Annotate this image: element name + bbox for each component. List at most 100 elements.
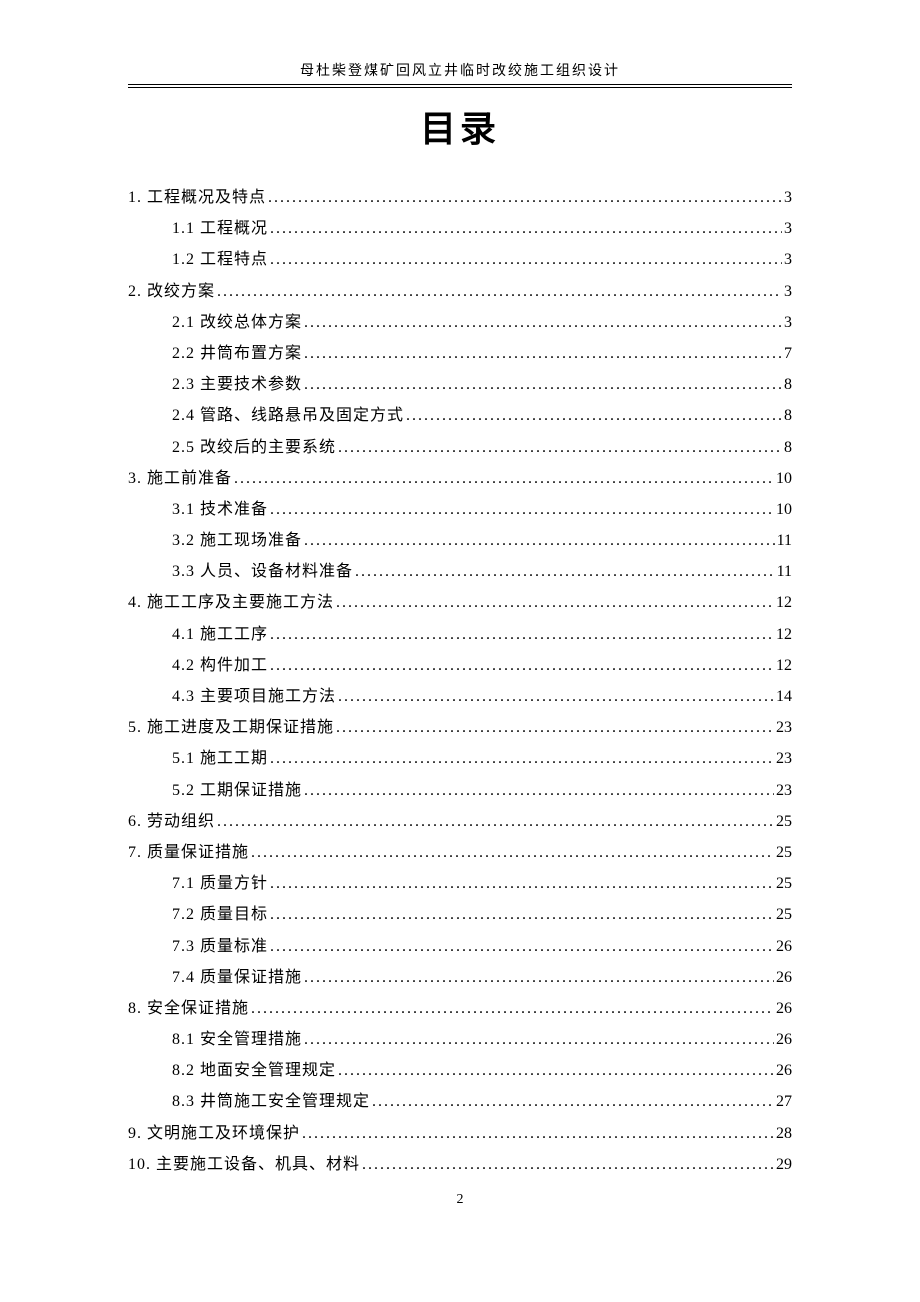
toc-entry: 1. 工程概况及特点 3 xyxy=(128,182,792,213)
toc-entry-label: 1.2 工程特点 xyxy=(128,244,268,275)
toc-entry-page: 26 xyxy=(774,1055,792,1086)
toc-entry-page: 8 xyxy=(782,400,792,431)
toc-entry: 8.1 安全管理措施 26 xyxy=(128,1024,792,1055)
toc-entry-label: 3.2 施工现场准备 xyxy=(128,525,302,556)
toc-entry: 6. 劳动组织 25 xyxy=(128,806,792,837)
toc-entry: 3.1 技术准备 10 xyxy=(128,494,792,525)
toc-entry-page: 26 xyxy=(774,1024,792,1055)
toc-entry-page: 3 xyxy=(782,213,792,244)
toc-leader-dots xyxy=(268,931,774,962)
toc-entry-page: 26 xyxy=(774,931,792,962)
toc-entry: 4.3 主要项目施工方法 14 xyxy=(128,681,792,712)
toc-entry: 5.2 工期保证措施 23 xyxy=(128,775,792,806)
toc-entry-label: 5.2 工期保证措施 xyxy=(128,775,302,806)
toc-entry-label: 7.4 质量保证措施 xyxy=(128,962,302,993)
toc-leader-dots xyxy=(215,276,782,307)
toc-entry-page: 26 xyxy=(774,962,792,993)
toc-entry: 5. 施工进度及工期保证措施23 xyxy=(128,712,792,743)
toc-entry-page: 11 xyxy=(775,525,792,556)
toc-leader-dots xyxy=(370,1086,774,1117)
document-header: 母杜柴登煤矿回风立井临时改绞施工组织设计 xyxy=(128,60,792,85)
toc-entry-label: 5.1 施工工期 xyxy=(128,743,268,774)
toc-entry: 3. 施工前准备 10 xyxy=(128,463,792,494)
toc-entry: 8.2 地面安全管理规定 26 xyxy=(128,1055,792,1086)
toc-leader-dots xyxy=(302,338,782,369)
toc-leader-dots xyxy=(302,525,775,556)
toc-entry-label: 4.3 主要项目施工方法 xyxy=(128,681,336,712)
toc-leader-dots xyxy=(268,899,774,930)
toc-entry-label: 2.3 主要技术参数 xyxy=(128,369,302,400)
toc-title: 目录 xyxy=(128,100,792,152)
toc-entry-label: 8.1 安全管理措施 xyxy=(128,1024,302,1055)
toc-entry-label: 3.1 技术准备 xyxy=(128,494,268,525)
toc-leader-dots xyxy=(268,619,774,650)
toc-entry-label: 8.3 井筒施工安全管理规定 xyxy=(128,1086,370,1117)
toc-entry-label: 1.1 工程概况 xyxy=(128,213,268,244)
toc-entry: 7.4 质量保证措施 26 xyxy=(128,962,792,993)
toc-entry-page: 3 xyxy=(782,307,792,338)
toc-entry: 4. 施工工序及主要施工方法 12 xyxy=(128,587,792,618)
toc-entry-label: 4. 施工工序及主要施工方法 xyxy=(128,587,334,618)
toc-entry-label: 4.2 构件加工 xyxy=(128,650,268,681)
toc-leader-dots xyxy=(334,712,774,743)
toc-entry-page: 29 xyxy=(774,1149,792,1180)
toc-entry-label: 3.3 人员、设备材料准备 xyxy=(128,556,353,587)
toc-entry-label: 7.1 质量方针 xyxy=(128,868,268,899)
toc-entry-label: 1. 工程概况及特点 xyxy=(128,182,266,213)
toc-entry-page: 3 xyxy=(782,276,792,307)
toc-entry: 8.3 井筒施工安全管理规定 27 xyxy=(128,1086,792,1117)
toc-entry-page: 23 xyxy=(774,775,792,806)
toc-leader-dots xyxy=(249,993,774,1024)
toc-entry-label: 2.1 改绞总体方案 xyxy=(128,307,302,338)
toc-entry: 7.2 质量目标25 xyxy=(128,899,792,930)
toc-entry: 7. 质量保证措施25 xyxy=(128,837,792,868)
toc-entry-page: 26 xyxy=(774,993,792,1024)
toc-leader-dots xyxy=(336,681,774,712)
toc-leader-dots xyxy=(268,213,782,244)
toc-entry-page: 11 xyxy=(775,556,792,587)
toc-entry-page: 25 xyxy=(774,899,792,930)
toc-entry-label: 2.2 井筒布置方案 xyxy=(128,338,302,369)
toc-entry-label: 9. 文明施工及环境保护 xyxy=(128,1118,300,1149)
toc-entry-page: 25 xyxy=(774,837,792,868)
toc-leader-dots xyxy=(268,868,774,899)
toc-entry-label: 10. 主要施工设备、机具、材料 xyxy=(128,1149,360,1180)
toc-entry-page: 8 xyxy=(782,369,792,400)
toc-leader-dots xyxy=(249,837,774,868)
header-underline xyxy=(128,87,792,88)
toc-entry-label: 3. 施工前准备 xyxy=(128,463,232,494)
toc-entry-page: 25 xyxy=(774,806,792,837)
toc-entry-page: 10 xyxy=(774,463,792,494)
toc-entry-label: 8. 安全保证措施 xyxy=(128,993,249,1024)
toc-leader-dots xyxy=(302,962,774,993)
page-number: 2 xyxy=(0,1192,920,1208)
toc-leader-dots xyxy=(268,244,782,275)
toc-leader-dots xyxy=(215,806,774,837)
toc-entry: 2.1 改绞总体方案 3 xyxy=(128,307,792,338)
toc-entry-page: 3 xyxy=(782,182,792,213)
toc-leader-dots xyxy=(336,432,782,463)
toc-entry-page: 8 xyxy=(782,432,792,463)
toc-entry: 2. 改绞方案 3 xyxy=(128,276,792,307)
toc-leader-dots xyxy=(232,463,774,494)
toc-entry-page: 12 xyxy=(774,587,792,618)
toc-entry-label: 4.1 施工工序 xyxy=(128,619,268,650)
toc-entry-page: 12 xyxy=(774,619,792,650)
toc-entry-page: 14 xyxy=(774,681,792,712)
toc-entry-page: 10 xyxy=(774,494,792,525)
toc-entry-label: 2. 改绞方案 xyxy=(128,276,215,307)
toc-entry-page: 25 xyxy=(774,868,792,899)
toc-entry: 2.2 井筒布置方案7 xyxy=(128,338,792,369)
toc-entry-label: 6. 劳动组织 xyxy=(128,806,215,837)
toc-leader-dots xyxy=(404,400,782,431)
toc-leader-dots xyxy=(336,1055,774,1086)
toc-entry-page: 23 xyxy=(774,712,792,743)
toc-entry-page: 27 xyxy=(774,1086,792,1117)
toc-entry-label: 7.3 质量标准 xyxy=(128,931,268,962)
toc-entry: 3.3 人员、设备材料准备 11 xyxy=(128,556,792,587)
toc-entry: 7.1 质量方针 25 xyxy=(128,868,792,899)
toc-entry-label: 8.2 地面安全管理规定 xyxy=(128,1055,336,1086)
toc-entry: 9. 文明施工及环境保护28 xyxy=(128,1118,792,1149)
toc-leader-dots xyxy=(268,743,774,774)
toc-entry: 4.2 构件加工12 xyxy=(128,650,792,681)
